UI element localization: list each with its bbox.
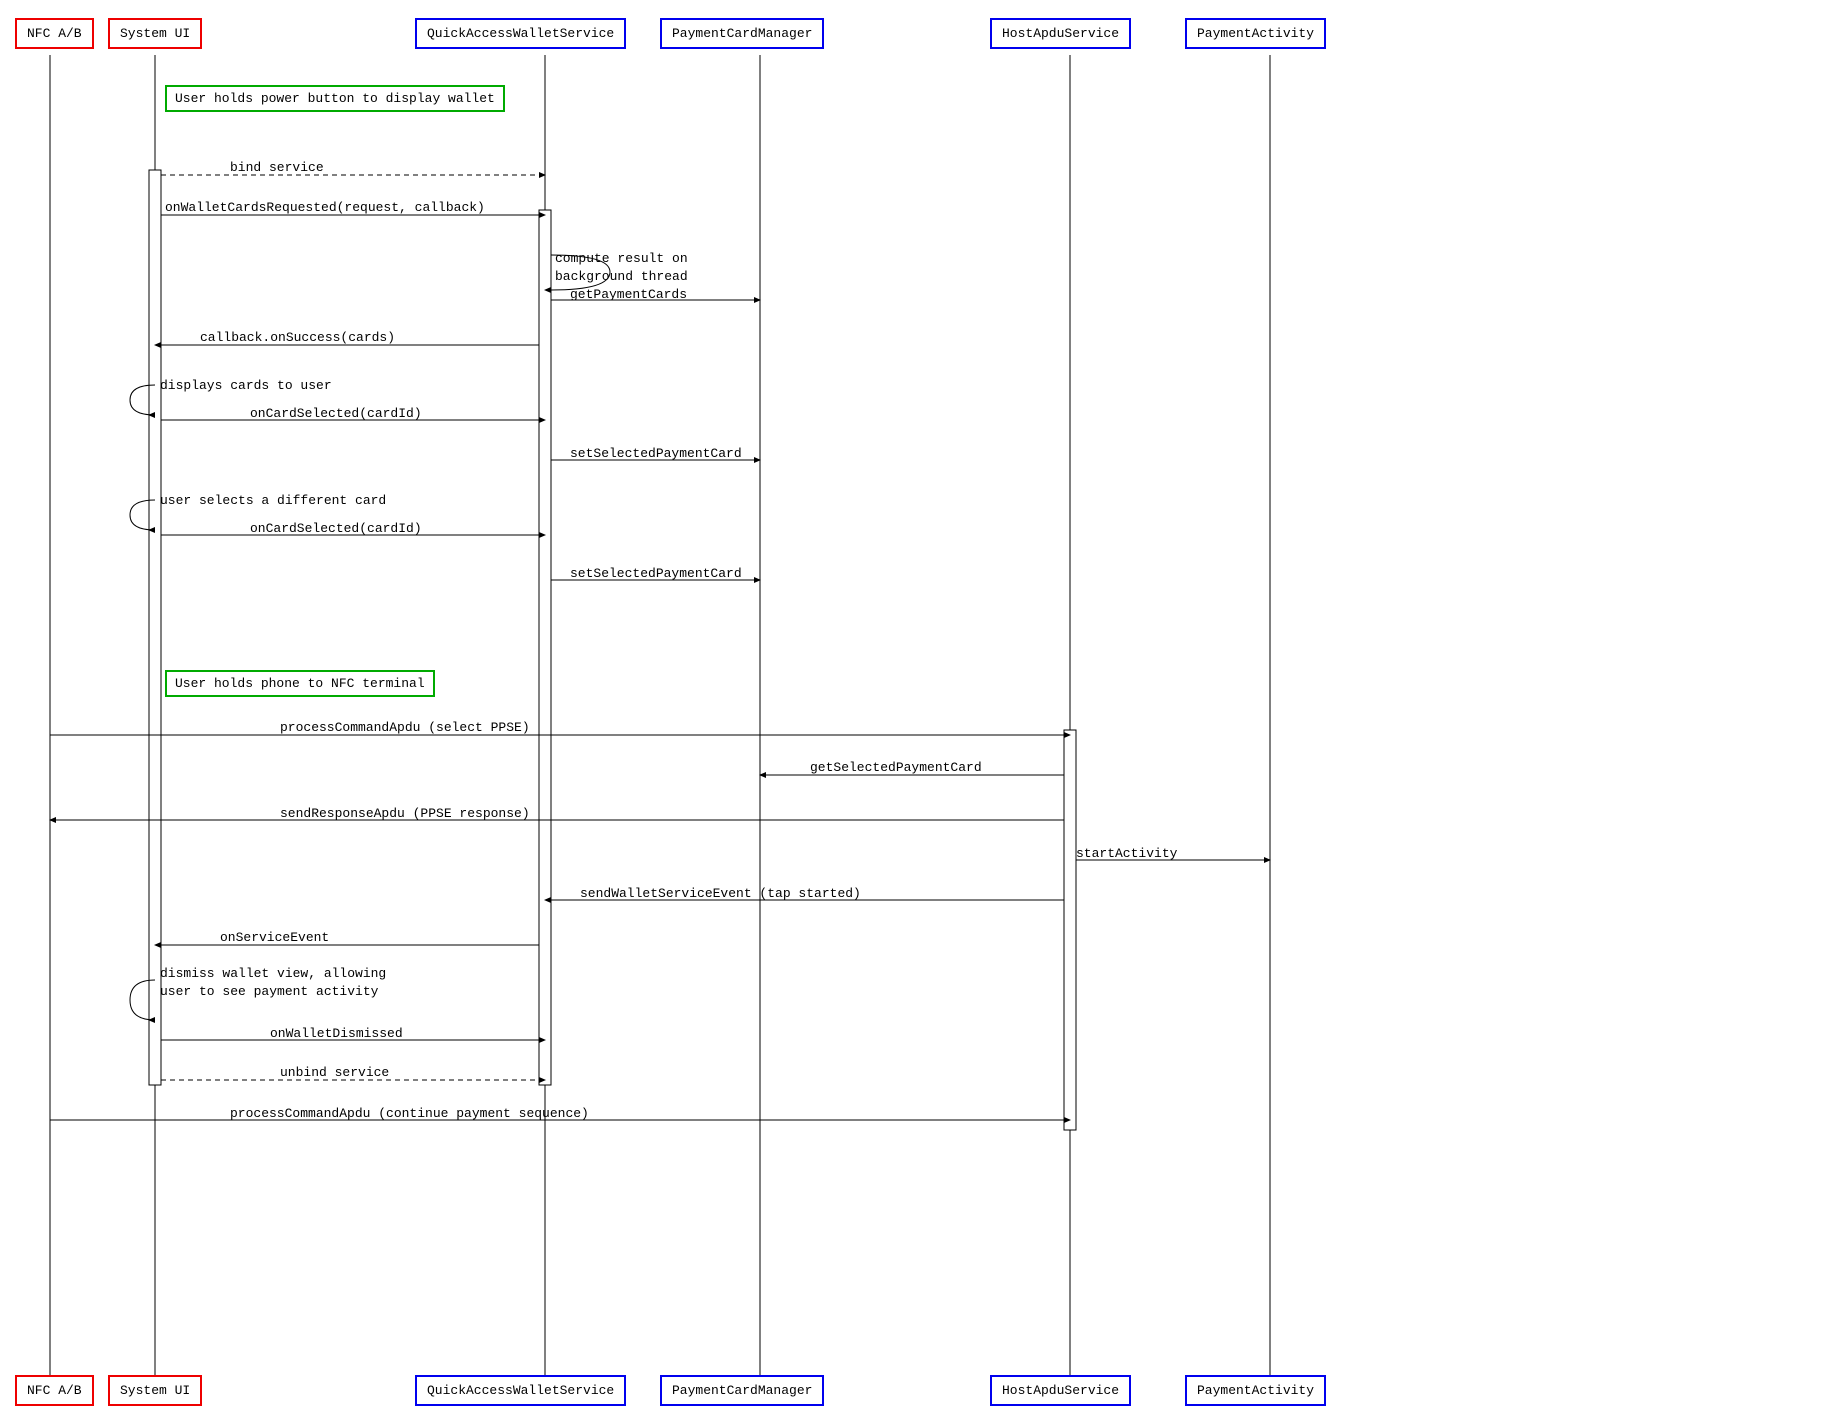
msg-callback-onsuccess: callback.onSuccess(cards)	[200, 330, 395, 345]
actor-nfc-top: NFC A/B	[15, 18, 94, 49]
actor-pa-bottom: PaymentActivity	[1185, 1375, 1326, 1406]
msg-user-selects-diff: user selects a different card	[160, 493, 386, 508]
sequence-diagram: NFC A/B System UI QuickAccessWalletServi…	[0, 0, 1845, 1424]
actor-pcm-top: PaymentCardManager	[660, 18, 824, 49]
msg-setselectedpayment2: setSelectedPaymentCard	[570, 566, 742, 581]
msg-unbind-service: unbind service	[280, 1065, 389, 1080]
msg-bind-service: bind service	[230, 160, 324, 175]
actor-sysui-bottom: System UI	[108, 1375, 202, 1406]
msg-onserviceevent: onServiceEvent	[220, 930, 329, 945]
msg-compute-result: compute result onbackground thread	[555, 250, 688, 286]
actor-sysui-top: System UI	[108, 18, 202, 49]
msg-oncardselected2: onCardSelected(cardId)	[250, 521, 422, 536]
msg-sendwalletservice: sendWalletServiceEvent (tap started)	[580, 886, 861, 901]
msg-processcommandapdu1: processCommandApdu (select PPSE)	[280, 720, 530, 735]
actor-qaws-bottom: QuickAccessWalletService	[415, 1375, 626, 1406]
msg-getpaymentcards: getPaymentCards	[570, 287, 687, 302]
actor-nfc-bottom: NFC A/B	[15, 1375, 94, 1406]
msg-processcommandapdu2: processCommandApdu (continue payment seq…	[230, 1106, 589, 1121]
msg-onwalletcards: onWalletCardsRequested(request, callback…	[165, 200, 485, 215]
actor-has-bottom: HostApduService	[990, 1375, 1131, 1406]
msg-setselectedpayment1: setSelectedPaymentCard	[570, 446, 742, 461]
actor-pa-top: PaymentActivity	[1185, 18, 1326, 49]
actor-has-top: HostApduService	[990, 18, 1131, 49]
actor-pcm-bottom: PaymentCardManager	[660, 1375, 824, 1406]
msg-oncardselected1: onCardSelected(cardId)	[250, 406, 422, 421]
msg-sendresponseapdu: sendResponseApdu (PPSE response)	[280, 806, 530, 821]
msg-dismiss-wallet: dismiss wallet view, allowinguser to see…	[160, 965, 386, 1001]
actor-qaws-top: QuickAccessWalletService	[415, 18, 626, 49]
note-power-button: User holds power button to display walle…	[165, 85, 505, 112]
note-nfc-terminal: User holds phone to NFC terminal	[165, 670, 435, 697]
msg-displays-cards: displays cards to user	[160, 378, 332, 393]
msg-onwalletdismissed: onWalletDismissed	[270, 1026, 403, 1041]
msg-startactivity: startActivity	[1076, 846, 1177, 861]
msg-getselectedpayment: getSelectedPaymentCard	[810, 760, 982, 775]
